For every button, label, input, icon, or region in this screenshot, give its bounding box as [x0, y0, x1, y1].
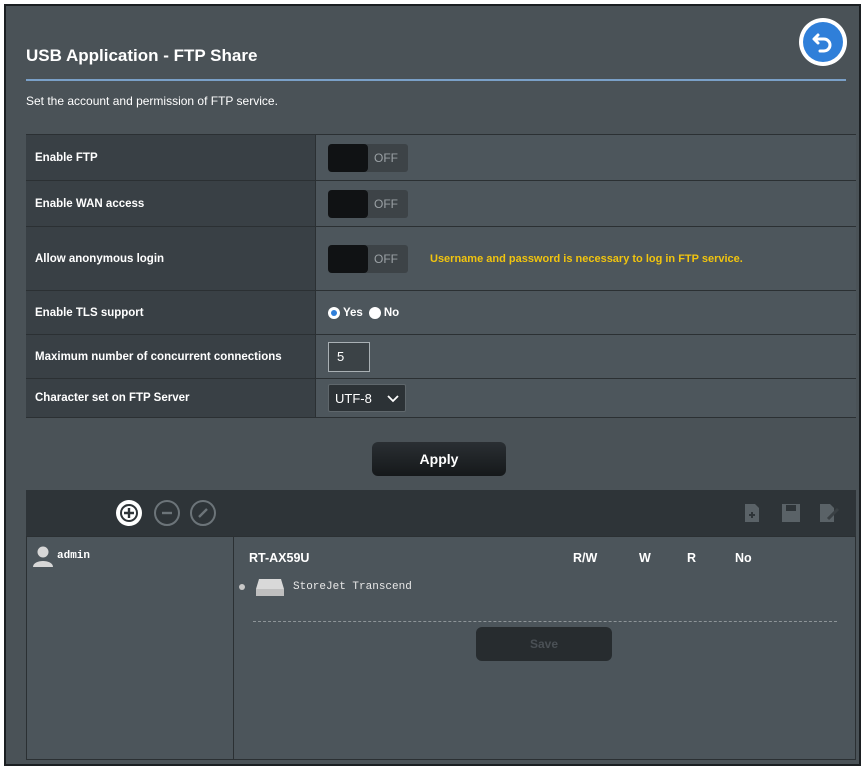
save-button[interactable]: Save	[476, 627, 612, 661]
toggle-knob	[328, 143, 368, 172]
usb-drive-icon	[256, 579, 284, 596]
tls-no-label: No	[383, 306, 400, 319]
save-icon[interactable]	[781, 503, 801, 528]
delete-account-icon[interactable]	[154, 500, 180, 526]
add-folder-icon[interactable]	[743, 503, 761, 528]
add-account-icon[interactable]	[116, 500, 142, 526]
toggle-knob	[328, 189, 368, 218]
setting-label: Maximum number of concurrent connections	[26, 335, 315, 378]
edit-account-icon[interactable]	[190, 500, 216, 526]
anonymous-login-toggle[interactable]: OFF	[328, 244, 408, 273]
enable-ftp-toggle[interactable]: OFF	[328, 143, 408, 172]
device-name: StoreJet Transcend	[293, 581, 412, 593]
tls-radio-group: Yes No	[328, 306, 400, 319]
apply-button[interactable]: Apply	[372, 442, 506, 476]
toggle-state: OFF	[374, 251, 398, 266]
title-divider	[26, 79, 846, 81]
charset-select[interactable]: UTF-8	[328, 384, 406, 412]
setting-row-enable-ftp: Enable FTP OFF	[26, 134, 856, 180]
user-icon	[33, 546, 53, 567]
perm-col-no: No	[735, 551, 752, 565]
ftp-share-panel: USB Application - FTP Share Set the acco…	[4, 4, 861, 766]
device-header: RT-AX59U	[249, 551, 310, 565]
setting-row-enable-wan: Enable WAN access OFF	[26, 180, 856, 226]
enable-wan-toggle[interactable]: OFF	[328, 189, 408, 218]
setting-row-max-connections: Maximum number of concurrent connections	[26, 334, 856, 378]
ftp-settings-table: Enable FTP OFF Enable WAN access OFF All…	[26, 134, 856, 418]
edit-folder-icon[interactable]	[818, 503, 840, 528]
setting-label: Enable WAN access	[26, 181, 315, 226]
expand-dot-icon[interactable]	[239, 584, 245, 590]
page-subtitle: Set the account and permission of FTP se…	[26, 94, 278, 108]
perm-col-r: R	[687, 551, 697, 565]
charset-value: UTF-8	[335, 390, 372, 406]
setting-row-tls: Enable TLS support Yes No	[26, 290, 856, 334]
toggle-state: OFF	[374, 196, 398, 211]
tls-no-radio[interactable]	[368, 306, 381, 319]
perm-col-w: W	[639, 551, 651, 565]
toggle-knob	[328, 244, 368, 273]
max-connections-input[interactable]	[328, 341, 370, 372]
page-title: USB Application - FTP Share	[26, 46, 258, 65]
setting-label: Enable TLS support	[26, 291, 315, 334]
setting-label: Allow anonymous login	[26, 227, 315, 290]
setting-label: Character set on FTP Server	[26, 379, 315, 417]
list-item[interactable]: admin	[33, 545, 90, 567]
account-name: admin	[57, 550, 91, 562]
chevron-down-icon	[387, 391, 399, 406]
toggle-state: OFF	[374, 150, 398, 165]
account-permission-area: admin RT-AX59U R/W W R No StoreJet Trans…	[26, 536, 856, 760]
setting-row-anonymous: Allow anonymous login OFF Username and p…	[26, 226, 856, 290]
divider	[253, 621, 837, 622]
account-toolbar	[26, 490, 856, 536]
tls-yes-label: Yes	[343, 306, 363, 319]
setting-label: Enable FTP	[26, 135, 315, 180]
tls-yes-radio[interactable]	[328, 306, 340, 319]
perm-col-rw: R/W	[573, 551, 598, 565]
table-row[interactable]: StoreJet Transcend	[239, 577, 412, 597]
back-arrow-icon	[803, 22, 843, 62]
anonymous-warning: Username and password is necessary to lo…	[430, 252, 743, 265]
account-list: admin	[27, 537, 234, 759]
back-button[interactable]	[799, 18, 847, 66]
setting-row-charset: Character set on FTP Server UTF-8	[26, 378, 856, 418]
